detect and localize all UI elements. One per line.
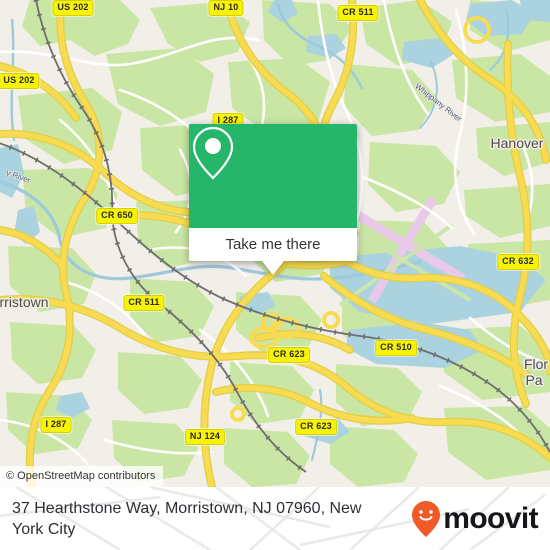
take-me-there-label: Take me there	[225, 236, 321, 253]
road-shield: CR 511	[123, 295, 165, 311]
road-shield: NJ 124	[184, 429, 226, 445]
place-label: Hanover	[490, 135, 544, 151]
map-pin-icon	[192, 126, 234, 180]
road-shield: I 287	[40, 417, 72, 433]
road-shield: US 202	[52, 0, 94, 16]
moovit-wordmark: moovit	[443, 501, 538, 535]
road-shield: CR 623	[295, 419, 337, 435]
road-shield: CR 632	[497, 254, 539, 270]
callout-tail	[262, 261, 284, 275]
road-shield: CR 623	[268, 347, 310, 363]
location-callout[interactable]: Take me there	[189, 124, 357, 275]
place-label: Flor	[523, 356, 549, 372]
take-me-there-button[interactable]: Take me there	[189, 228, 357, 261]
road-shield: CR 510	[375, 340, 417, 356]
road-shield: NJ 10	[208, 0, 244, 16]
road-shield: CR 511	[337, 5, 379, 21]
road-shield: CR 650	[96, 208, 138, 224]
road-shield: US 202	[0, 73, 40, 89]
map-canvas[interactable]: US 202 NJ 10 CR 511 US 202 I 287 CR 650 CR 632…	[0, 0, 550, 487]
callout-header	[189, 124, 357, 228]
map-attribution[interactable]: © OpenStreetMap contributors	[0, 466, 164, 487]
map-screen: US 202 NJ 10 CR 511 US 202 I 287 CR 650 CR 632…	[0, 0, 550, 550]
moovit-pin-smiley-icon	[412, 500, 441, 537]
place-label: Pa	[525, 372, 543, 388]
address-text: 37 Hearthstone Way, Morristown, NJ 07960…	[12, 500, 362, 538]
place-label: rristown	[0, 294, 49, 310]
footer-bar: 37 Hearthstone Way, Morristown, NJ 07960…	[0, 487, 550, 550]
moovit-logo[interactable]: moovit	[411, 500, 539, 538]
